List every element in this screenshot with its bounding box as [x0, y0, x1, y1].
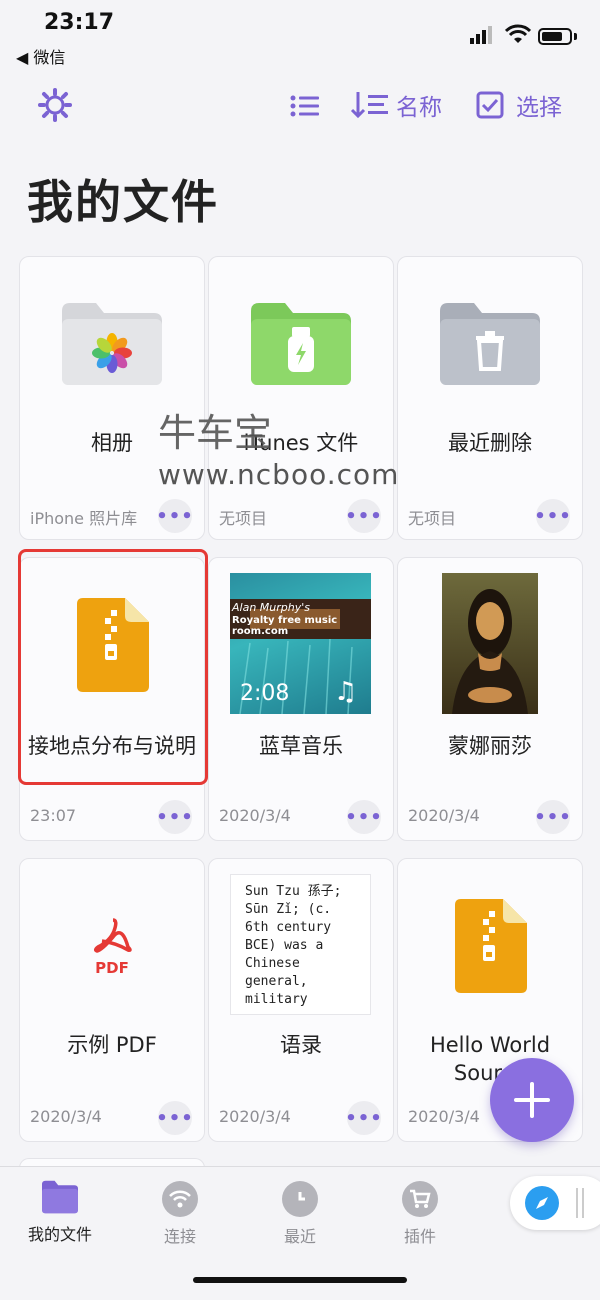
- card-meta: 2020/3/4: [219, 1107, 291, 1126]
- add-button[interactable]: [490, 1058, 574, 1142]
- grip-handle[interactable]: [582, 1188, 584, 1218]
- tab-plugins[interactable]: 插件: [370, 1167, 470, 1247]
- card-meta: 2020/3/4: [219, 806, 291, 825]
- card-name: 语录: [280, 1033, 322, 1057]
- back-to-wechat-link[interactable]: ◀ 微信: [16, 44, 65, 68]
- sort-button[interactable]: 名称: [350, 88, 442, 122]
- top-toolbar: 名称 选择: [0, 86, 600, 126]
- music-banner-title: Alan Murphy's: [232, 601, 310, 614]
- select-button[interactable]: 选择: [476, 88, 562, 122]
- card-meta: 无项目: [408, 509, 457, 528]
- cart-icon: [402, 1181, 438, 1217]
- card-name: 蓝草音乐: [259, 734, 343, 758]
- music-duration: 2:08: [240, 681, 290, 706]
- pdf-icon: [93, 918, 132, 953]
- home-indicator[interactable]: [193, 1277, 407, 1283]
- usb-folder-icon: [251, 303, 351, 385]
- tab-label: 连接: [163, 1227, 196, 1246]
- more-button[interactable]: •••: [345, 499, 382, 533]
- text-preview: Sun Tzu 孫子; Sūn Zǐ; (c. 6th century BCE)…: [230, 874, 371, 1015]
- list-view-icon[interactable]: [290, 94, 320, 118]
- more-button[interactable]: •••: [156, 1101, 193, 1135]
- gear-icon[interactable]: [38, 88, 72, 122]
- sort-icon: [350, 92, 388, 119]
- file-card-photos[interactable]: 相册 iPhone 照片库 •••: [19, 256, 205, 540]
- status-time: 23:17: [44, 10, 115, 35]
- watermark-url: www.ncboo.com: [158, 458, 400, 491]
- folder-icon: [42, 1180, 78, 1214]
- card-meta: 2020/3/4: [30, 1107, 102, 1126]
- grip-handle[interactable]: [576, 1188, 578, 1218]
- more-button[interactable]: •••: [345, 800, 382, 834]
- selection-highlight: [18, 549, 208, 785]
- mona-lisa-thumbnail: [442, 573, 538, 714]
- card-meta: 2020/3/4: [408, 1107, 480, 1126]
- tab-recent[interactable]: 最近: [250, 1167, 350, 1247]
- music-note-icon: ♫: [334, 677, 358, 707]
- card-meta: 23:07: [30, 806, 77, 825]
- card-name: 最近删除: [448, 431, 532, 455]
- battery-icon: [538, 28, 572, 45]
- tab-label: 插件: [403, 1227, 436, 1246]
- file-card-sample-pdf[interactable]: PDF 示例 PDF 2020/3/4 •••: [19, 858, 205, 1142]
- more-button[interactable]: •••: [156, 499, 193, 533]
- tab-label: 我的文件: [27, 1225, 92, 1244]
- more-button[interactable]: •••: [534, 800, 571, 834]
- pdf-badge: PDF: [95, 959, 129, 977]
- checkbox-icon: [476, 91, 504, 119]
- photos-folder-icon: [62, 303, 162, 385]
- battery-cap: [574, 33, 577, 40]
- select-label: 选择: [516, 95, 562, 121]
- file-card-bluegrass-music[interactable]: Alan Murphy's Royalty free music room.co…: [208, 557, 394, 841]
- trash-folder-icon: [440, 303, 540, 385]
- card-name: 示例 PDF: [67, 1033, 157, 1057]
- more-button[interactable]: •••: [345, 1101, 382, 1135]
- more-button[interactable]: •••: [534, 499, 571, 533]
- music-banner-subtitle: Royalty free music room.com: [232, 615, 338, 637]
- plus-icon: [514, 1082, 550, 1118]
- wifi-icon: [162, 1181, 198, 1217]
- zip-file-icon: [455, 899, 527, 993]
- browser-shortcut[interactable]: [510, 1176, 600, 1230]
- cellular-signal-icon: [470, 26, 492, 44]
- compass-icon: [525, 1186, 559, 1220]
- status-bar: 23:17 ◀ 微信: [0, 0, 600, 70]
- tab-connect[interactable]: 连接: [130, 1167, 230, 1247]
- file-card-quotes[interactable]: Sun Tzu 孫子; Sūn Zǐ; (c. 6th century BCE)…: [208, 858, 394, 1142]
- sort-label: 名称: [396, 95, 442, 121]
- wifi-icon: [505, 24, 531, 43]
- tab-my-files[interactable]: 我的文件: [10, 1167, 110, 1245]
- file-card-itunes[interactable]: iTunes 文件 无项目 •••: [208, 256, 394, 540]
- more-button[interactable]: •••: [156, 800, 193, 834]
- music-thumbnail: Alan Murphy's Royalty free music room.co…: [230, 573, 371, 714]
- page-title: 我的文件: [27, 175, 219, 229]
- file-card-recently-deleted[interactable]: 最近删除 无项目 •••: [397, 256, 583, 540]
- card-meta: iPhone 照片库: [30, 509, 138, 528]
- file-card-mona-lisa[interactable]: 蒙娜丽莎 2020/3/4 •••: [397, 557, 583, 841]
- clock-icon: [282, 1181, 318, 1217]
- watermark-title: 牛车宝: [158, 411, 273, 455]
- card-name: 蒙娜丽莎: [448, 734, 532, 758]
- card-meta: 无项目: [219, 509, 268, 528]
- tab-label: 最近: [283, 1227, 316, 1246]
- card-meta: 2020/3/4: [408, 806, 480, 825]
